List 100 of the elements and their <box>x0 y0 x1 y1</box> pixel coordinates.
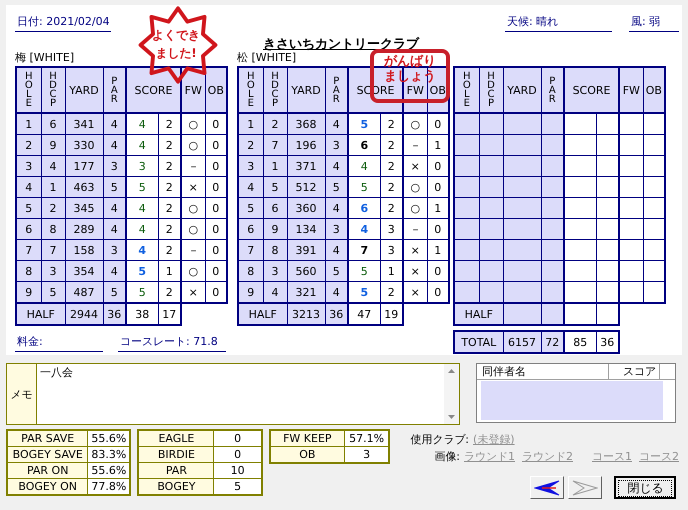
table-cell: × <box>403 260 428 282</box>
image-link[interactable]: ラウンド2 <box>522 449 573 464</box>
table-cell: 0 <box>205 156 228 176</box>
table-cell: 134 <box>287 218 326 240</box>
table-cell: 1 <box>380 260 404 282</box>
score-cell: 6 <box>348 134 380 156</box>
table-cell: 5 <box>263 176 288 198</box>
column-header: YARD <box>69 84 99 97</box>
clubs-link[interactable]: (未登録) <box>473 432 515 447</box>
table-cell: 9 <box>41 134 65 156</box>
table-cell: 0 <box>427 260 450 282</box>
score-cell: 4 <box>348 156 380 176</box>
table-cell: 3 <box>263 260 288 282</box>
score-cell: 5 <box>126 176 158 198</box>
table-cell: 1 <box>16 113 41 134</box>
column-header: FW <box>184 84 202 97</box>
table-cell: 2 <box>158 156 182 176</box>
table-cell: 2 <box>158 198 182 218</box>
table-cell: 0 <box>205 113 228 134</box>
column-header: PAR <box>332 76 341 104</box>
table-cell: 341 <box>65 113 103 134</box>
clubs-label: 使用クラブ: <box>410 432 469 447</box>
images-label: 画像: <box>434 449 460 464</box>
table-cell: HALF <box>16 303 65 325</box>
table-cell: 3 <box>325 134 348 156</box>
table-cell: 2 <box>238 134 264 156</box>
close-button[interactable]: 閉じる <box>614 476 676 499</box>
table-cell: 9 <box>263 218 288 240</box>
score-cell: 4 <box>348 218 380 240</box>
stat-value: 5 <box>214 478 262 495</box>
table-cell: 72 <box>541 331 564 353</box>
table-cell: 2 <box>158 176 182 198</box>
score-cell: 5 <box>348 113 380 134</box>
table-cell: TOTAL <box>454 331 504 353</box>
table-cell: 391 <box>287 240 326 260</box>
table-cell: 5 <box>238 198 264 218</box>
image-link[interactable]: ラウンド1 <box>464 449 515 464</box>
stat-label: EAGLE <box>138 430 214 446</box>
table-cell: HALF <box>454 303 504 325</box>
table-cell: 8 <box>238 260 264 282</box>
score-cell: 5 <box>348 260 380 282</box>
table-cell: ○ <box>403 113 428 134</box>
table-cell: － <box>403 134 428 156</box>
table-cell: 2 <box>380 198 404 218</box>
table-cell: 0 <box>205 198 228 218</box>
table-cell: × <box>403 156 428 176</box>
table-cell: 7 <box>263 134 288 156</box>
column-header: OB <box>430 84 446 97</box>
blossom-stamp-icon <box>138 6 218 84</box>
score-cell: 5 <box>348 176 380 198</box>
image-link[interactable]: コース2 <box>639 449 679 464</box>
table-cell: 371 <box>287 156 326 176</box>
column-header: YARD <box>291 84 321 97</box>
stat-value: 55.6% <box>88 462 130 478</box>
table-cell: 2 <box>41 198 65 218</box>
table-cell: 1 <box>238 113 264 134</box>
column-header: FW <box>622 84 640 97</box>
table-cell: 4 <box>103 113 126 134</box>
table-cell: 6 <box>263 198 288 218</box>
table-cell: 4 <box>41 156 65 176</box>
table-cell: － <box>403 218 428 240</box>
previous-button[interactable] <box>530 476 564 499</box>
score-cell: 4 <box>126 240 158 260</box>
column-header: 同伴者名 <box>477 364 609 379</box>
column-header: HOLE <box>246 72 256 108</box>
score-cell: 3 <box>126 156 158 176</box>
table-cell: 6 <box>16 218 41 240</box>
table-cell: ○ <box>181 198 206 218</box>
table-cell: 5 <box>16 198 41 218</box>
table-cell: 0 <box>427 113 450 134</box>
fee-field: 料金: <box>15 334 103 352</box>
column-header: HOLE <box>462 72 472 108</box>
table-cell: 2 <box>380 156 404 176</box>
course-name: きさいちカントリークラブ <box>263 36 419 51</box>
stat-label: BOGEY <box>138 478 214 495</box>
table-cell: × <box>403 240 428 260</box>
table-cell: 0 <box>427 156 450 176</box>
column-header: FW <box>406 84 424 97</box>
stat-label: PAR <box>138 462 214 478</box>
table-cell: 6 <box>238 218 264 240</box>
table-cell: 1 <box>263 156 288 176</box>
stat-value: 55.6% <box>88 430 130 446</box>
table-cell: 36 <box>596 331 620 353</box>
table-cell: 5 <box>325 260 348 282</box>
date-field: 日付: 2021/02/04 <box>15 14 111 32</box>
table-cell: 8 <box>16 260 41 282</box>
table-cell: 368 <box>287 113 326 134</box>
table-cell: 0 <box>205 134 228 156</box>
table-cell: 4 <box>103 260 126 282</box>
column-header: PAR <box>110 76 119 104</box>
stat-label: BOGEY SAVE <box>7 446 88 462</box>
stat-value: 10 <box>214 462 262 478</box>
table-cell: 2 <box>158 113 182 134</box>
image-link[interactable]: コース1 <box>592 449 632 464</box>
score-cell: 4 <box>126 134 158 156</box>
table-cell: ○ <box>181 134 206 156</box>
table-cell: 4 <box>16 176 41 198</box>
table-cell: 2 <box>380 113 404 134</box>
stat-value: 0 <box>214 446 262 462</box>
table-cell: 7 <box>41 240 65 260</box>
